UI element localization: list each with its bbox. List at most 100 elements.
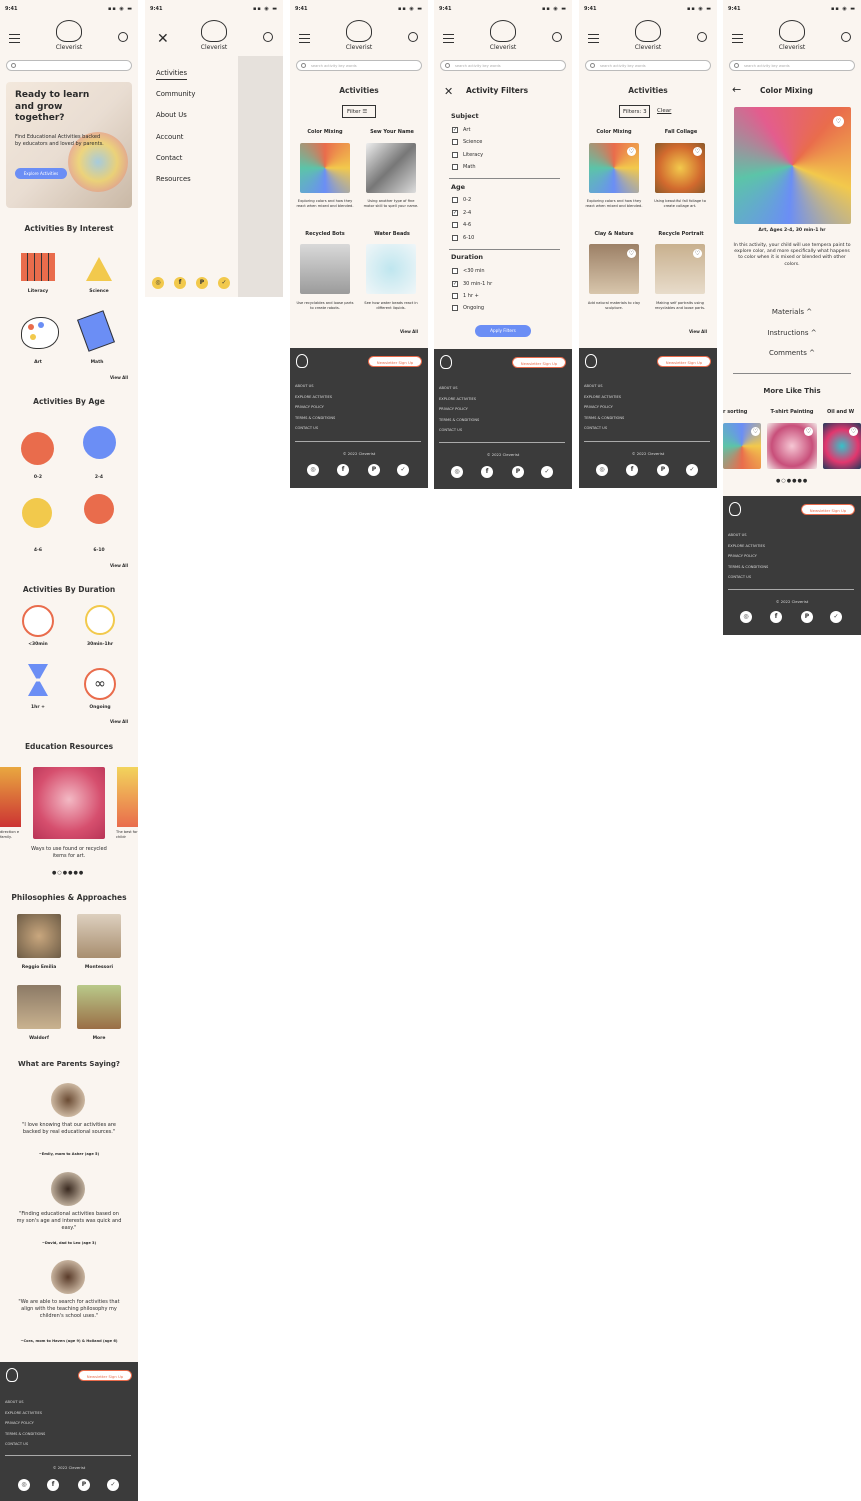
montessori-image[interactable]: [77, 914, 121, 958]
footer-link[interactable]: CONTACT US: [728, 575, 751, 579]
comments-toggle[interactable]: Comments ^: [723, 349, 861, 357]
search-input[interactable]: [6, 60, 132, 71]
newsletter-button[interactable]: Newsletter Sign Up: [657, 356, 711, 367]
menu-item-about[interactable]: About Us: [156, 111, 187, 119]
search-input[interactable]: search activity key words: [296, 60, 422, 71]
checkbox-30-60[interactable]: ✓: [452, 281, 458, 287]
view-all-link[interactable]: View All: [110, 563, 128, 568]
checkbox-age-6-10[interactable]: [452, 235, 458, 241]
checkbox-age-2-4[interactable]: ✓: [452, 210, 458, 216]
footer-link[interactable]: PRIVACY POLICY: [5, 1421, 34, 1425]
instagram-icon[interactable]: ◎: [596, 464, 608, 476]
footer-link[interactable]: ABOUT US: [584, 384, 603, 388]
resource-image-right[interactable]: [117, 767, 138, 827]
explore-activities-button[interactable]: Explore Activities: [15, 168, 67, 179]
footer-link[interactable]: EXPLORE ACTIVITIES: [295, 395, 332, 399]
favorite-heart-icon[interactable]: ♡: [833, 116, 844, 127]
twitter-icon[interactable]: ✓: [541, 466, 553, 478]
facebook-icon[interactable]: f: [337, 464, 349, 476]
lightbulb-logo-icon[interactable]: [201, 20, 227, 42]
footer-link[interactable]: PRIVACY POLICY: [584, 405, 613, 409]
art-palette-icon[interactable]: [21, 317, 59, 349]
pinterest-icon[interactable]: P: [196, 277, 208, 289]
card-image[interactable]: [366, 143, 416, 193]
filters-count-button[interactable]: Filters: 3: [619, 105, 650, 118]
clock-icon[interactable]: [22, 605, 54, 637]
lightbulb-logo-icon[interactable]: [635, 20, 661, 42]
footer-link[interactable]: TERMS & CONDITIONS: [728, 565, 768, 569]
footer-link[interactable]: EXPLORE ACTIVITIES: [584, 395, 621, 399]
twitter-icon[interactable]: ✓: [107, 1479, 119, 1491]
close-icon[interactable]: ✕: [444, 85, 453, 98]
account-icon[interactable]: [118, 32, 128, 42]
checkbox-math[interactable]: [452, 164, 458, 170]
newsletter-button[interactable]: Newsletter Sign Up: [368, 356, 422, 367]
checkbox-under-30[interactable]: [452, 268, 458, 274]
footer-link[interactable]: PRIVACY POLICY: [295, 405, 324, 409]
materials-toggle[interactable]: Materials ^: [723, 308, 861, 316]
resource-image-left[interactable]: [0, 767, 21, 827]
view-all-link[interactable]: View All: [400, 329, 418, 334]
footer-link[interactable]: EXPLORE ACTIVITIES: [439, 397, 476, 401]
footer-link[interactable]: TERMS & CONDITIONS: [584, 416, 624, 420]
twitter-icon[interactable]: ✓: [397, 464, 409, 476]
search-input[interactable]: search activity key words: [729, 60, 855, 71]
checkbox-age-4-6[interactable]: [452, 222, 458, 228]
view-all-link[interactable]: View All: [110, 719, 128, 724]
account-icon[interactable]: [841, 32, 851, 42]
twitter-icon[interactable]: ✓: [218, 277, 230, 289]
filter-button[interactable]: Filter ☰: [342, 105, 376, 118]
lightbulb-logo-icon[interactable]: [346, 20, 372, 42]
footer-link[interactable]: PRIVACY POLICY: [439, 407, 468, 411]
newsletter-button[interactable]: Newsletter Sign Up: [801, 504, 855, 515]
footer-link[interactable]: EXPLORE ACTIVITIES: [728, 544, 765, 548]
menu-item-community[interactable]: Community: [156, 90, 195, 98]
account-icon[interactable]: [408, 32, 418, 42]
menu-item-resources[interactable]: Resources: [156, 175, 191, 183]
favorite-heart-icon[interactable]: ♡: [627, 249, 636, 258]
footer-link[interactable]: CONTACT US: [439, 428, 462, 432]
footer-link[interactable]: EXPLORE ACTIVITIES: [5, 1411, 42, 1415]
card-image[interactable]: [366, 244, 416, 294]
account-icon[interactable]: [697, 32, 707, 42]
footer-link[interactable]: TERMS & CONDITIONS: [5, 1432, 45, 1436]
favorite-heart-icon[interactable]: ♡: [693, 147, 702, 156]
newsletter-button[interactable]: Newsletter Sign Up: [78, 1370, 132, 1381]
pinterest-icon[interactable]: P: [801, 611, 813, 623]
twitter-icon[interactable]: ✓: [686, 464, 698, 476]
reggio-image[interactable]: [17, 914, 61, 958]
footer-link[interactable]: ABOUT US: [295, 384, 314, 388]
search-input[interactable]: search activity key words: [440, 60, 566, 71]
facebook-icon[interactable]: f: [47, 1479, 59, 1491]
footer-link[interactable]: TERMS & CONDITIONS: [295, 416, 335, 420]
view-all-link[interactable]: View All: [689, 329, 707, 334]
hourglass-icon[interactable]: [28, 664, 48, 696]
math-calculator-icon[interactable]: [77, 310, 115, 352]
facebook-icon[interactable]: f: [770, 611, 782, 623]
view-all-link[interactable]: View All: [110, 375, 128, 380]
menu-item-account[interactable]: Account: [156, 133, 183, 141]
footer-link[interactable]: PRIVACY POLICY: [728, 554, 757, 558]
back-arrow-icon[interactable]: ←: [732, 83, 741, 96]
card-image[interactable]: [300, 244, 350, 294]
footer-link[interactable]: CONTACT US: [5, 1442, 28, 1446]
footer-link[interactable]: ABOUT US: [728, 533, 747, 537]
footer-link[interactable]: ABOUT US: [439, 386, 458, 390]
favorite-heart-icon[interactable]: ♡: [751, 427, 760, 436]
menu-item-contact[interactable]: Contact: [156, 154, 182, 162]
lightbulb-logo-icon[interactable]: [56, 20, 82, 42]
alarm-clock-icon[interactable]: [85, 605, 115, 635]
resource-image[interactable]: [33, 767, 105, 839]
account-icon[interactable]: [263, 32, 273, 42]
checkbox-literacy[interactable]: [452, 152, 458, 158]
menu-item-activities[interactable]: Activities: [156, 69, 188, 80]
favorite-heart-icon[interactable]: ♡: [804, 427, 813, 436]
instagram-icon[interactable]: ◎: [307, 464, 319, 476]
more-philosophies-image[interactable]: [77, 985, 121, 1029]
carousel-dots[interactable]: ●○●●●●: [52, 870, 84, 876]
pinterest-icon[interactable]: P: [512, 466, 524, 478]
science-icon[interactable]: [82, 247, 116, 281]
account-icon[interactable]: [552, 32, 562, 42]
favorite-heart-icon[interactable]: ♡: [627, 147, 636, 156]
lightbulb-logo-icon[interactable]: [779, 20, 805, 42]
